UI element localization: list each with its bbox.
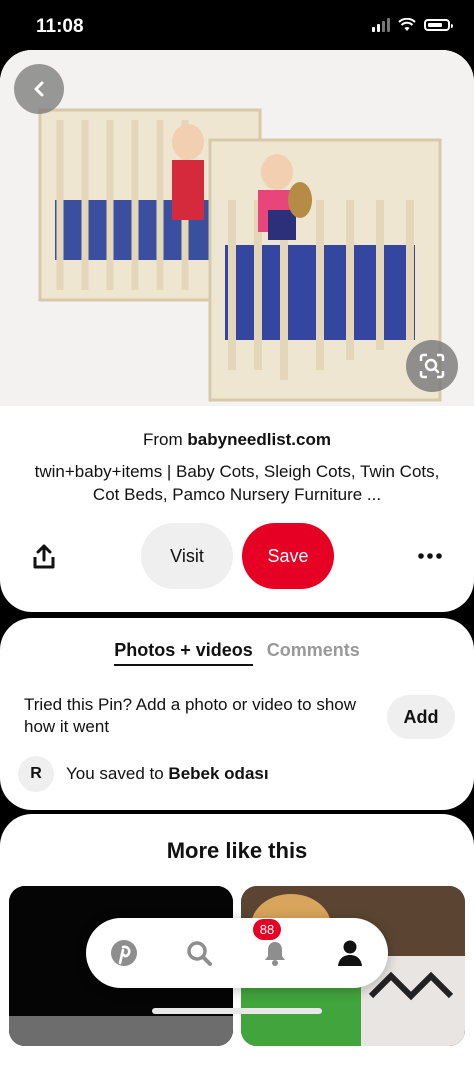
- tab-comments[interactable]: Comments: [267, 640, 360, 666]
- bell-icon: [264, 942, 285, 966]
- visual-search-button[interactable]: [406, 340, 458, 392]
- status-icons: [372, 18, 453, 32]
- lens-icon: [419, 353, 445, 379]
- more-dots-icon: [418, 553, 442, 559]
- share-icon: [33, 544, 55, 569]
- bottom-nav: 88: [86, 918, 388, 988]
- source-domain[interactable]: babyneedlist.com: [187, 430, 331, 449]
- profile-icon: [338, 940, 363, 966]
- status-bar: 11:08: [0, 0, 474, 52]
- status-time: 11:08: [36, 16, 84, 37]
- twin-cots-photo: [0, 50, 474, 406]
- nav-profile[interactable]: [330, 933, 370, 973]
- nav-notifications[interactable]: 88: [252, 919, 295, 973]
- pin-image[interactable]: [0, 50, 474, 406]
- search-icon: [187, 941, 213, 966]
- pin-title: twin+baby+items | Baby Cots, Sleigh Cots…: [34, 462, 440, 504]
- home-indicator: [152, 1008, 322, 1014]
- tried-card: Photos + videos Comments Tried this Pin?…: [0, 618, 474, 810]
- notification-badge: 88: [252, 919, 282, 940]
- battery-icon: [424, 19, 453, 31]
- pin-card: From babyneedlist.com twin+baby+items | …: [0, 50, 474, 612]
- save-button[interactable]: Save: [242, 523, 334, 589]
- more-options-button[interactable]: [416, 546, 444, 566]
- back-button[interactable]: [14, 64, 64, 114]
- more-title: More like this: [166, 838, 308, 863]
- cellular-signal-icon: [372, 18, 390, 32]
- saved-prefix: You saved to: [66, 764, 164, 783]
- add-photo-button[interactable]: Add: [387, 695, 455, 739]
- board-name[interactable]: Bebek odası: [168, 764, 268, 783]
- share-button[interactable]: [30, 543, 58, 571]
- tabs: Photos + videos Comments: [0, 640, 474, 666]
- nav-home[interactable]: [104, 933, 144, 973]
- avatar: R: [18, 756, 54, 792]
- wifi-icon: [398, 18, 416, 31]
- tab-photos-videos[interactable]: Photos + videos: [114, 640, 253, 666]
- saved-text: You saved to Bebek odası: [66, 764, 269, 784]
- visit-button[interactable]: Visit: [141, 523, 233, 589]
- source-prefix: From: [142, 430, 183, 449]
- pin-source[interactable]: From babyneedlist.com: [0, 430, 474, 450]
- pinterest-logo-icon: [110, 940, 137, 966]
- nav-search[interactable]: [179, 933, 219, 973]
- tried-prompt: Tried this Pin? Add a photo or video to …: [24, 695, 357, 736]
- saved-to-board[interactable]: R You saved to Bebek odası: [18, 756, 269, 792]
- chevron-left-icon: [34, 81, 44, 97]
